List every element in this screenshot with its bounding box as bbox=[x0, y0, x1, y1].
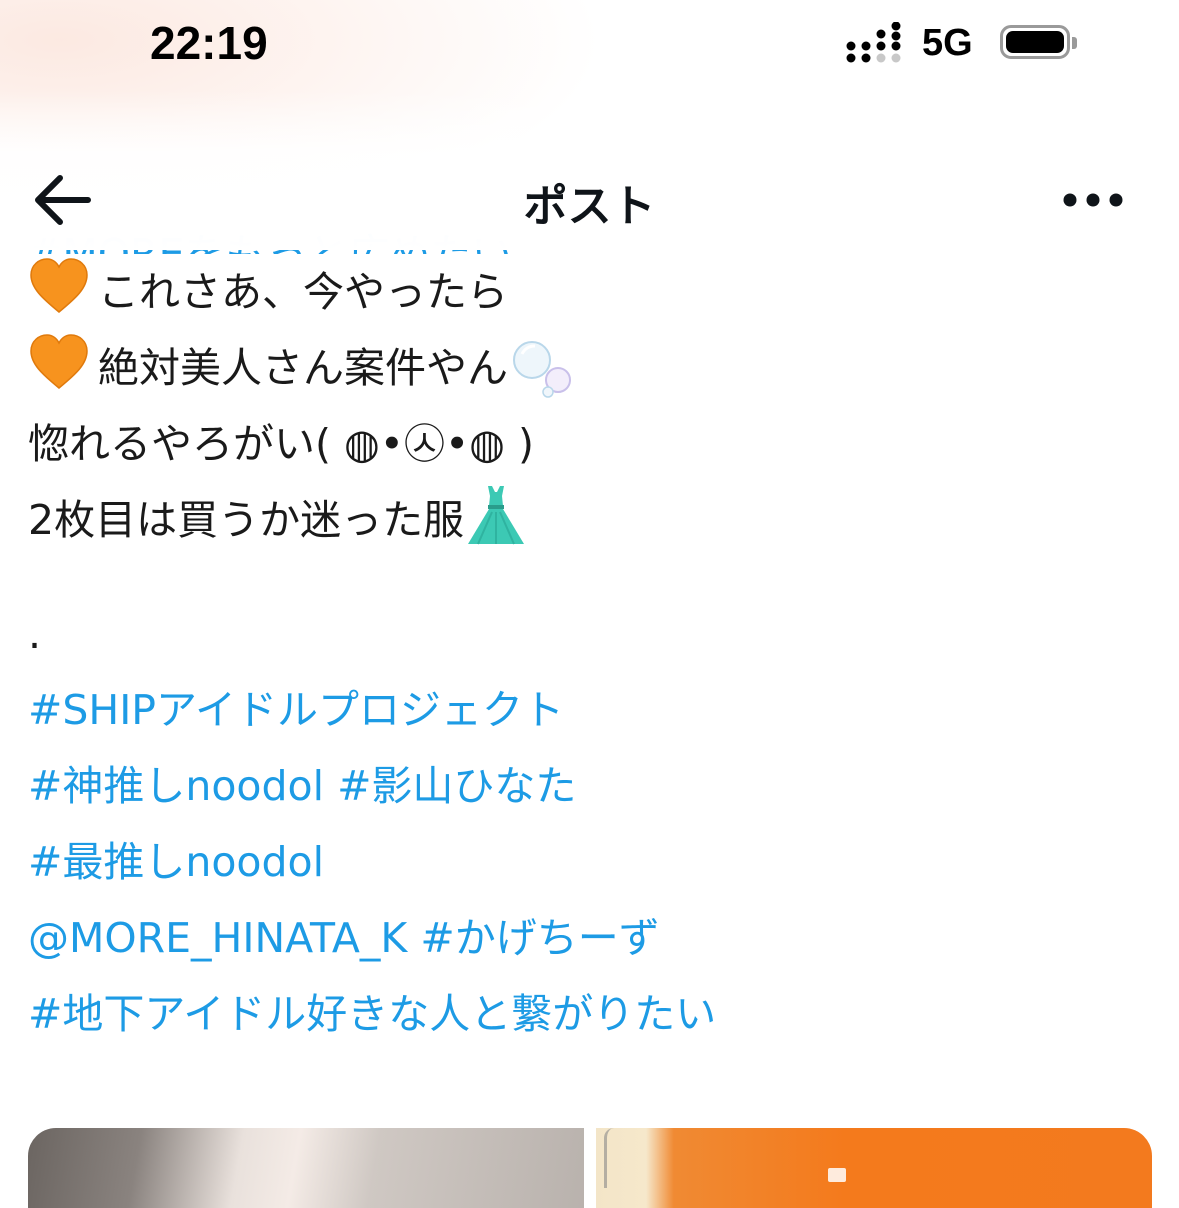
hashtag-line: @MORE_HINATA_K #かげちーず bbox=[28, 900, 1148, 976]
network-label: 5G bbox=[922, 22, 973, 64]
post-text: #MOREをもっと広めたい これさあ、今やったら 絶対美人さん案件やん 惚れるや… bbox=[28, 230, 1148, 1052]
post-line: 惚れるやろがい( ◍•㉦•◍ ) bbox=[28, 406, 1148, 482]
hashtag-chika[interactable]: #地下アイドル好きな人と繋がりたい bbox=[28, 990, 716, 1038]
status-time: 22:19 bbox=[150, 17, 268, 69]
header-bar: ポスト bbox=[0, 150, 1179, 250]
post-line-text: . bbox=[28, 610, 42, 658]
post-line-text: 2枚目は買うか迷った服 bbox=[28, 496, 465, 544]
page-title: ポスト bbox=[523, 181, 656, 232]
post-line: . bbox=[28, 596, 1148, 672]
clothing-tag bbox=[828, 1168, 846, 1182]
post-image-2[interactable] bbox=[596, 1128, 1152, 1208]
status-bar: 22:19 5G bbox=[0, 0, 1179, 90]
post-line: 2枚目は買うか迷った服 bbox=[28, 482, 1148, 558]
clothes-hanger bbox=[604, 1128, 647, 1188]
post-line-text: これさあ、今やったら bbox=[98, 268, 508, 316]
dress-icon bbox=[464, 482, 528, 548]
hashtag-saioshi[interactable]: #最推しnoodol bbox=[28, 838, 324, 886]
mention-more-hinata[interactable]: @MORE_HINATA_K bbox=[28, 914, 407, 962]
hashtag-kamioshi[interactable]: #神推しnoodol bbox=[28, 762, 324, 810]
battery-icon bbox=[1000, 25, 1077, 59]
post-line-text: 絶対美人さん案件やん bbox=[98, 344, 508, 392]
post-line: これさあ、今やったら bbox=[28, 254, 1148, 330]
orange-heart-icon bbox=[28, 256, 90, 316]
hashtag-ship[interactable]: #SHIPアイドルプロジェクト bbox=[28, 686, 564, 734]
hashtag-line: #地下アイドル好きな人と繋がりたい bbox=[28, 976, 1148, 1052]
post-line: 絶対美人さん案件やん bbox=[28, 330, 1148, 406]
hashtag-line: #SHIPアイドルプロジェクト bbox=[28, 672, 1148, 748]
hashtag-line: #神推しnoodol #影山ひなた bbox=[28, 748, 1148, 824]
post-image-1[interactable] bbox=[28, 1128, 584, 1208]
hashtag-kageyama[interactable]: #影山ひなた bbox=[337, 762, 576, 810]
orange-heart-icon bbox=[28, 332, 90, 392]
bubbles-icon bbox=[508, 338, 578, 398]
hashtag-kagechizu[interactable]: #かげちーず bbox=[420, 914, 659, 962]
post-line-text: 惚れるやろがい( ◍•㉦•◍ ) bbox=[28, 420, 534, 468]
hashtag-line: #最推しnoodol bbox=[28, 824, 1148, 900]
more-horizontal-icon[interactable] bbox=[1060, 188, 1126, 212]
cellular-signal-icon bbox=[846, 21, 906, 66]
